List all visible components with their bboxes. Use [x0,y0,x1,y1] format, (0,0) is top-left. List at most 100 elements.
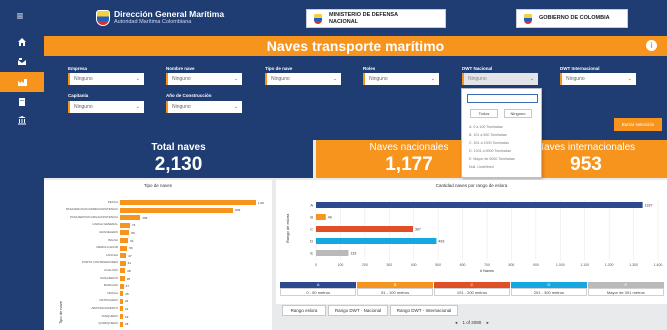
x-tick-label: 900 [533,263,539,267]
bar-category-label: PETROLERO [99,298,118,303]
bar-value-label: 833 [235,208,241,213]
bar-pasajeros-acarreo-asistencia[interactable] [120,207,234,213]
bar-value-label: 53 [129,246,133,251]
bar-barcaza[interactable] [120,283,124,289]
dropdown-option[interactable]: C. 501 a 1000 Toneladas [469,141,509,145]
filter-select-capitania[interactable]: Ninguno ⌄ [68,101,144,113]
bar-category-label: BALSA [108,237,118,242]
bar-category-label: CARGA GENERAL [92,222,118,227]
bar-category-label: PASAJEROS/CARGA/ASISTENCIA [70,214,118,219]
dropdown-option[interactable]: A. 0 a 100 Toneladas [469,125,503,129]
bar-eslora-a[interactable] [316,202,643,208]
dropdown-option[interactable]: B. 101 a 500 Toneladas [469,133,507,137]
page-indicator: 1 of 2080 [462,320,482,325]
bar-category-label: PASAJEROS/ACARREO/ASISTENCIA [65,207,118,212]
chart-title: Tipo de naves [143,183,173,188]
filter-select-tipo-nave[interactable]: Ninguno ⌄ [265,73,341,85]
bar-lancha[interactable] [120,253,127,259]
kpi-total-naves: Total naves 2,130 [44,140,313,178]
prev-page-icon[interactable]: ◂ [455,320,457,325]
filter-select-roles[interactable]: Ninguno ⌄ [363,73,439,85]
clear-selection-button[interactable]: Borrar selección [614,118,662,131]
dropdown-option[interactable]: Null. Undefined [469,165,494,169]
bar-eslora-c[interactable] [316,226,413,232]
bar-abastecimiento[interactable] [120,306,123,312]
filter-value: Ninguno [74,104,93,110]
bar-tanquero[interactable] [120,314,123,319]
x-tick-label: 1.300 [629,263,638,267]
dwt-nacional-dropdown: Todos Ninguno A. 0 a 100 Toneladas B. 10… [461,88,542,178]
filter-select-dwt-internacional[interactable]: Ninguno ⌄ [560,73,636,85]
info-icon[interactable]: i [646,40,657,51]
bar-value-label: 1337 [645,204,653,208]
filter-label-dwt-nacional: DWT Nacional [462,66,493,71]
factory-icon[interactable] [0,72,44,92]
top-header: Dirección General Marítima Autoridad Mar… [44,0,667,36]
chevron-down-icon: ⌄ [135,104,140,110]
dgm-logo: Dirección General Marítima Autoridad Mar… [96,10,224,26]
legend-range-c: 101 - 200 metros [433,288,511,296]
filter-value: Ninguno [172,76,191,82]
bar-category-label: CHALUPA [104,267,118,272]
x-tick-label: 600 [460,263,466,267]
sidebar: ≡ [0,0,44,330]
dropdown-search-input[interactable] [467,94,538,103]
ministry-logo: MINISTERIO DE DEFENSA NACIONAL [306,9,446,28]
tab-rango-eslora[interactable]: Rango eslora [282,305,326,316]
bar-value-label: 41 [127,261,131,266]
bar-chalupa[interactable] [120,268,126,274]
bar-remolcador[interactable] [120,245,128,251]
select-all-button[interactable]: Todos [470,109,498,118]
page-title: Naves transporte marítimo [266,38,445,54]
bar-value-label: 27 [125,284,130,289]
bar-value-label: 493 [438,240,444,244]
y-tick-label: B [310,215,313,220]
x-tick-label: 400 [411,263,417,267]
bar-draga[interactable] [120,291,124,297]
bar-petrolero[interactable] [120,298,123,304]
bar-value-label: 22 [125,299,129,304]
select-none-button[interactable]: Ninguno [504,109,532,118]
bar-category-label: DRAGA [107,290,118,295]
filter-select-empresa[interactable]: Ninguno ⌄ [68,73,144,85]
filter-select-dwt-nacional[interactable]: Ninguno ⌄ [462,73,538,85]
colombia-crest-icon [313,12,323,25]
home-icon[interactable] [0,32,44,52]
bar-eslora-b[interactable] [316,214,326,220]
chevron-down-icon: ⌄ [233,104,238,110]
filter-label-capitania: Capitanía [68,93,89,98]
kpi-value: 2,130 [154,154,203,175]
government-logo: GOBIERNO DE COLOMBIA [516,9,628,28]
dashboard: ≡ Dirección General Marítima Autoridad M… [0,0,667,330]
building-icon[interactable] [0,92,44,112]
hamburger-icon[interactable]: ≡ [13,10,27,22]
bar-pesca[interactable] [120,200,256,205]
ministry-line2: NACIONAL [329,18,359,25]
filter-select-anio-construccion[interactable]: Ninguno ⌄ [166,101,242,113]
bank-icon[interactable] [0,110,44,130]
filter-label-tipo-nave: Tipo de nave [265,66,293,71]
bar-value-label: 38 [127,268,131,273]
bar-granelero[interactable] [120,230,130,236]
x-tick-label: 100 [338,263,344,267]
bar-pasajeros[interactable] [120,276,125,281]
bar-eslora-d[interactable] [316,238,437,244]
ship-icon[interactable] [0,52,44,72]
bar-carga-general[interactable] [120,222,130,228]
next-page-icon[interactable]: ▸ [487,320,489,325]
bar-quimiquero[interactable] [120,321,123,327]
chevron-down-icon: ⌄ [627,76,632,82]
filter-select-nombre-nave[interactable]: Ninguno ⌄ [166,73,242,85]
bar-balsa[interactable] [120,238,129,243]
colombia-crest-icon [523,12,533,25]
dropdown-option[interactable]: E. Mayor de 5000 Toneladas [469,157,515,161]
dgm-subtitle: Autoridad Marítima Colombiana [114,19,192,25]
tab-rango-dwt-nacional[interactable]: Rango DWT - Nacional [328,305,388,316]
bar-eslora-e[interactable] [316,250,349,256]
bar-category-label: LANCHA [105,252,118,257]
bar-pasajeros-carga-asistencia[interactable] [120,215,141,221]
bar-porta-contenedores[interactable] [120,260,126,266]
dropdown-option[interactable]: D. 1001 a 5000 Toneladas [469,149,511,153]
x-tick-label: 0 [315,263,317,267]
tab-rango-dwt-internacional[interactable]: Rango DWT - Internacional [390,305,458,316]
